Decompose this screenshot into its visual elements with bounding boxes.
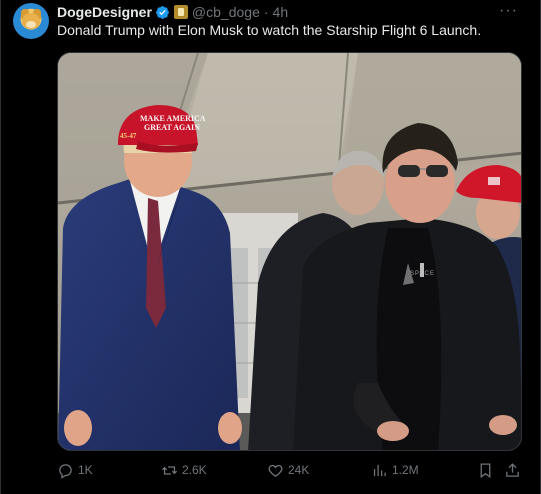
author-avatar[interactable]	[13, 3, 49, 39]
like-button[interactable]: 24K	[267, 462, 309, 479]
affiliate-badge-icon	[173, 5, 188, 19]
share-icon	[506, 462, 519, 477]
action-bar: 1K 2.6K 24K 1.2M	[57, 460, 522, 480]
cap-side-text: 45-47	[120, 132, 137, 140]
tweet-container[interactable]: DogeDesigner @cb_doge · 4h ··· Donald Tr…	[0, 0, 541, 494]
repost-button[interactable]: 2.6K	[161, 462, 207, 479]
bookmark-icon	[480, 462, 491, 478]
photo-scene: MAKE AMERICA GREAT AGAIN 45-47 SPACE	[58, 53, 521, 450]
reply-icon	[59, 463, 72, 479]
cap-text-bottom: GREAT AGAIN	[144, 123, 200, 132]
bookmark-button[interactable]	[477, 462, 498, 479]
author-handle[interactable]: @cb_doge	[192, 4, 260, 20]
heart-icon	[268, 464, 283, 477]
elon-sunglasses	[398, 165, 420, 177]
views-icon	[373, 464, 386, 476]
author-name[interactable]: DogeDesigner	[57, 4, 152, 20]
repost-icon	[161, 465, 178, 475]
tweet-image[interactable]: MAKE AMERICA GREAT AGAIN 45-47 SPACE	[57, 52, 522, 451]
timestamp[interactable]: 4h	[273, 4, 289, 20]
verified-badge-icon	[156, 5, 169, 19]
like-count: 24K	[288, 463, 310, 477]
repost-count: 2.6K	[182, 463, 207, 477]
cap-text-top: MAKE AMERICA	[140, 114, 206, 123]
reply-count: 1K	[78, 463, 93, 477]
tweet-text: Donald Trump with Elon Musk to watch the…	[57, 22, 482, 38]
avatar-snout	[26, 21, 36, 28]
views-button[interactable]: 1.2M	[371, 462, 419, 479]
separator: ·	[263, 4, 269, 20]
views-count: 1.2M	[392, 463, 419, 477]
share-button[interactable]	[504, 462, 525, 479]
reply-button[interactable]: 1K	[57, 462, 93, 479]
more-options-icon[interactable]: ···	[499, 2, 518, 20]
tweet-header: DogeDesigner @cb_doge · 4h	[57, 3, 288, 21]
